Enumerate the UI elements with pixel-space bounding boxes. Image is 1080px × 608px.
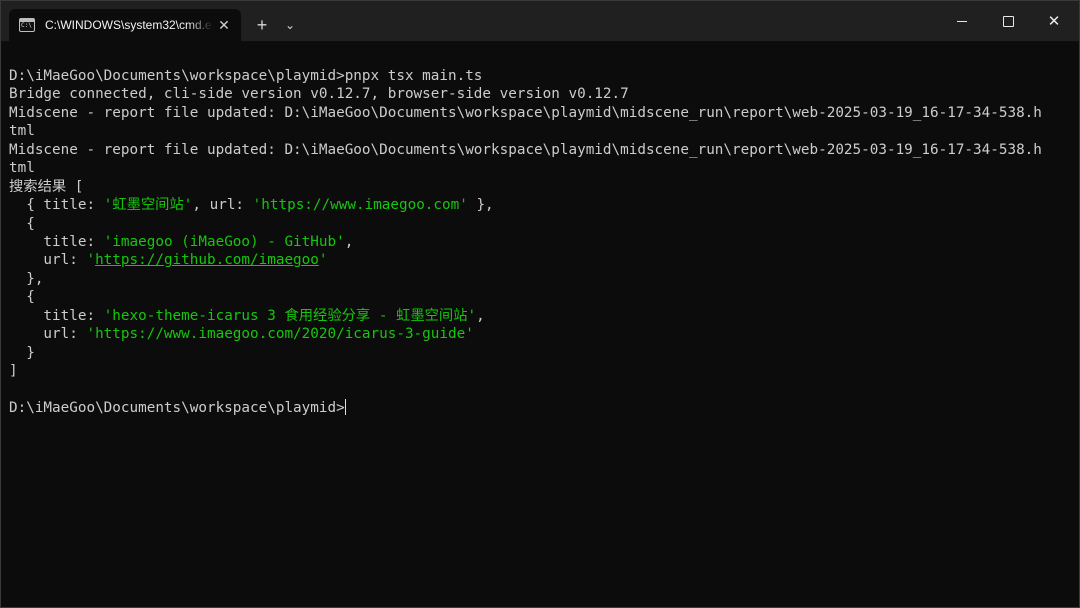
terminal-line: ] [9,363,18,379]
github-link[interactable]: https://github.com/imaegoo [95,252,319,268]
string-quote: ' [318,252,328,269]
code-text: , [476,307,485,324]
maximize-icon [1002,15,1014,27]
terminal-line: { title: '虹墨空间站', url: 'https://www.imae… [9,196,1079,214]
terminal-line: title: 'imaegoo (iMaeGoo) - GitHub', [9,233,1079,251]
tab-close-icon[interactable]: ✕ [215,17,233,34]
chevron-down-icon[interactable]: ⌄ [277,9,303,41]
minimize-icon [957,20,967,22]
terminal-line: title: 'hexo-theme-icarus 3 食用经验分享 - 虹墨空… [9,307,1079,325]
new-tab-button[interactable]: + [247,9,277,41]
string-value: '虹墨空间站' [103,197,193,214]
minimize-button[interactable] [939,1,985,41]
code-text: , url: [192,197,253,214]
string-value: 'imaegoo (iMaeGoo) - GitHub' [103,233,345,250]
code-text: title: [9,233,104,250]
prompt-text: D:\iMaeGoo\Documents\workspace\playmid> [9,399,345,416]
terminal-line: url: 'https://www.imaegoo.com/2020/icaru… [9,325,1079,343]
cmd-icon [19,18,35,32]
terminal-line: url: 'https://github.com/imaegoo' [9,251,1079,269]
terminal-line: 搜索结果 [ [9,178,84,195]
terminal-line: { [9,289,35,306]
code-text: }, [467,197,494,214]
code-text: , [344,233,354,250]
terminal-line: tml [9,123,35,140]
tab-cmd[interactable]: C:\WINDOWS\system32\cmd.exe ✕ [9,9,241,41]
text-cursor [344,398,346,415]
terminal-window: C:\WINDOWS\system32\cmd.exe ✕ + ⌄ ✕ D:\i… [0,0,1080,608]
title-bar[interactable]: C:\WINDOWS\system32\cmd.exe ✕ + ⌄ ✕ [1,1,1079,41]
string-quote: ' [86,252,96,269]
terminal-line: D:\iMaeGoo\Documents\workspace\playmid>p… [9,68,483,84]
terminal-line: Midscene - report file updated: D:\iMaeG… [9,141,1042,158]
code-text: title: [9,307,104,324]
terminal-line: }, [9,270,44,287]
terminal-line: Bridge connected, cli-side version v0.12… [9,86,629,103]
tab-title: C:\WINDOWS\system32\cmd.exe [45,18,213,32]
terminal-line: tml [9,160,35,177]
code-text: url: [9,326,87,343]
terminal-line: } [9,344,35,361]
terminal-line: Midscene - report file updated: D:\iMaeG… [9,104,1042,121]
title-bar-drag-area[interactable] [303,1,939,41]
prompt-line[interactable]: D:\iMaeGoo\Documents\workspace\playmid> [9,398,1079,417]
string-value: 'hexo-theme-icarus 3 食用经验分享 - 虹墨空间站' [103,307,477,324]
terminal-output[interactable]: D:\iMaeGoo\Documents\workspace\playmid>p… [1,41,1079,417]
string-value: 'https://www.imaegoo.com/2020/icarus-3-g… [86,326,474,343]
close-button[interactable]: ✕ [1031,1,1077,41]
code-text: { title: [9,197,104,214]
string-value: 'https://www.imaegoo.com' [252,197,468,214]
terminal-line: { [9,215,35,232]
maximize-button[interactable] [985,1,1031,41]
code-text: url: [9,252,87,269]
